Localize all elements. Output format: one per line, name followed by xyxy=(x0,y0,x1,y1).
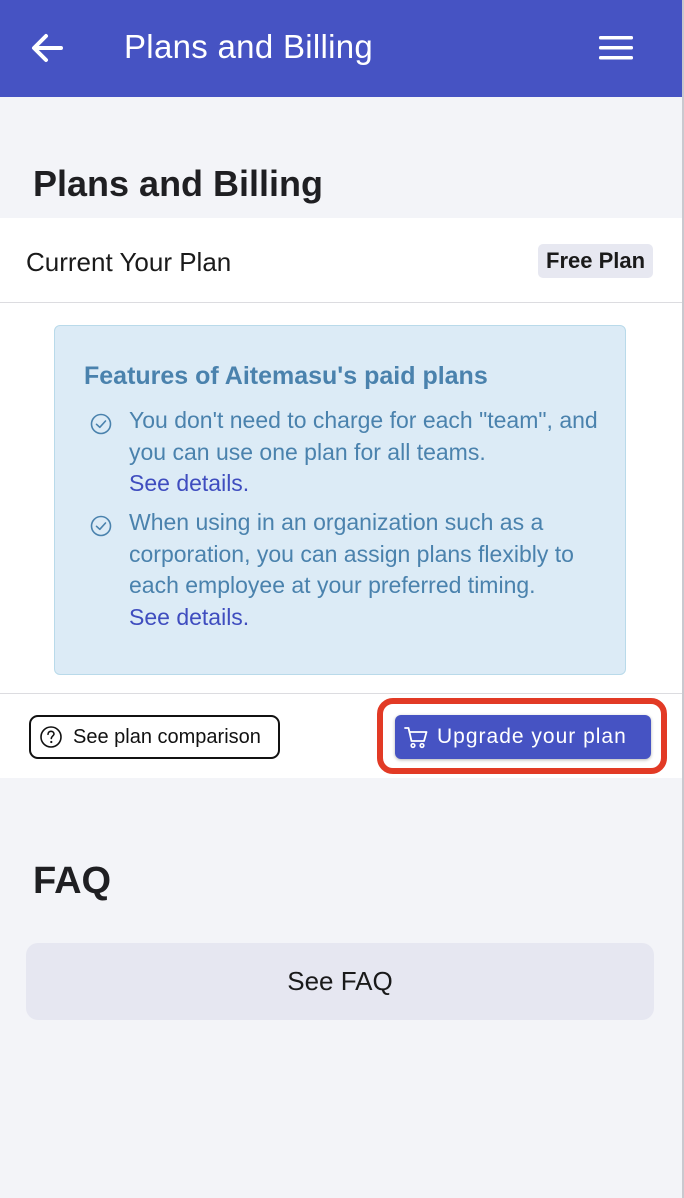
upgrade-plan-label: Upgrade your plan xyxy=(437,725,627,748)
page-title: Plans and Billing xyxy=(33,163,324,204)
see-plan-comparison-label: See plan comparison xyxy=(73,725,261,748)
feature-description: You don't need to charge for each "team"… xyxy=(129,407,598,465)
arrow-left-icon xyxy=(32,34,63,62)
check-circle-icon xyxy=(90,515,112,537)
plan-badge: Free Plan xyxy=(538,244,654,278)
feature-text: When using in an organization such as a … xyxy=(129,507,609,633)
see-faq-button[interactable]: See FAQ xyxy=(26,943,654,1020)
feature-description: When using in an organization such as a … xyxy=(129,509,574,598)
menu-button[interactable] xyxy=(594,30,638,66)
features-title: Features of Aitemasu's paid plans xyxy=(84,362,488,390)
see-details-link[interactable]: See details. xyxy=(129,602,609,634)
app-header: Plans and Billing xyxy=(0,0,682,97)
see-plan-comparison-button[interactable]: See plan comparison xyxy=(29,715,280,759)
check-circle-icon xyxy=(90,413,112,435)
hamburger-menu-icon xyxy=(599,36,633,60)
question-circle-icon xyxy=(40,726,62,748)
plan-card: Current Your Plan Free Plan Features of … xyxy=(0,218,682,778)
upgrade-plan-button[interactable]: Upgrade your plan xyxy=(395,715,651,759)
paid-features-box: Features of Aitemasu's paid plans You do… xyxy=(54,325,626,675)
feature-text: You don't need to charge for each "team"… xyxy=(129,405,609,500)
header-title: Plans and Billing xyxy=(124,28,374,65)
shopping-cart-icon xyxy=(404,727,428,749)
current-plan-row: Current Your Plan Free Plan xyxy=(0,218,682,303)
faq-heading: FAQ xyxy=(33,860,112,902)
back-button[interactable] xyxy=(28,30,66,66)
see-faq-label: See FAQ xyxy=(287,966,393,996)
see-details-link[interactable]: See details. xyxy=(129,468,609,500)
current-plan-label: Current Your Plan xyxy=(26,247,232,277)
